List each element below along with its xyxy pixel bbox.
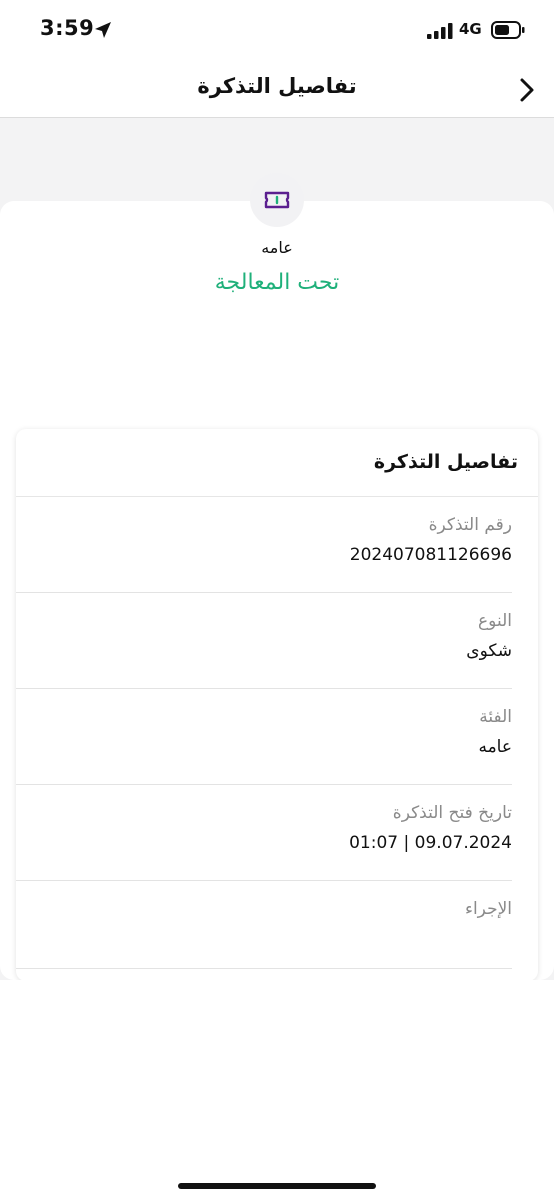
ticket-status: تحت المعالجة bbox=[214, 270, 340, 295]
detail-value: عامه bbox=[478, 737, 512, 757]
battery-icon bbox=[491, 21, 525, 39]
detail-row-open-date: تاريخ فتح التذكرة 09.07.2024 | 01:07 bbox=[16, 785, 512, 881]
page-title: تفاصيل التذكرة bbox=[197, 74, 357, 98]
detail-label: النوع bbox=[478, 611, 512, 631]
ticket-icon bbox=[264, 191, 290, 209]
network-type-label: 4G bbox=[459, 20, 482, 38]
chevron-right-icon[interactable] bbox=[515, 77, 539, 103]
location-arrow-icon bbox=[95, 22, 111, 38]
home-indicator bbox=[178, 1183, 376, 1189]
detail-value: 202407081126696 bbox=[349, 545, 512, 565]
detail-row-category: الفئة عامه bbox=[16, 689, 512, 785]
bottom-area bbox=[0, 980, 554, 1200]
status-time: 3:59 bbox=[40, 16, 95, 40]
detail-label: تاريخ فتح التذكرة bbox=[392, 803, 512, 823]
nav-bar: تفاصيل التذكرة bbox=[0, 60, 554, 118]
detail-label: رقم التذكرة bbox=[428, 515, 512, 535]
ticket-details-card: تفاصيل التذكرة رقم التذكرة 2024070811266… bbox=[16, 429, 538, 981]
detail-label: الإجراء bbox=[464, 899, 512, 919]
detail-row-action: الإجراء bbox=[16, 881, 512, 969]
detail-value: 09.07.2024 | 01:07 bbox=[349, 833, 512, 853]
detail-row-type: النوع شكوى bbox=[16, 593, 512, 689]
status-bar: 3:59 4G bbox=[0, 0, 554, 60]
detail-label: الفئة bbox=[479, 707, 512, 727]
detail-row-ticket-number: رقم التذكرة 202407081126696 bbox=[16, 497, 512, 593]
ticket-category: عامه bbox=[261, 238, 293, 257]
ticket-badge bbox=[250, 173, 304, 227]
details-title: تفاصيل التذكرة bbox=[16, 429, 538, 497]
signal-bars-icon bbox=[427, 23, 453, 39]
detail-value: شكوى bbox=[466, 641, 512, 661]
